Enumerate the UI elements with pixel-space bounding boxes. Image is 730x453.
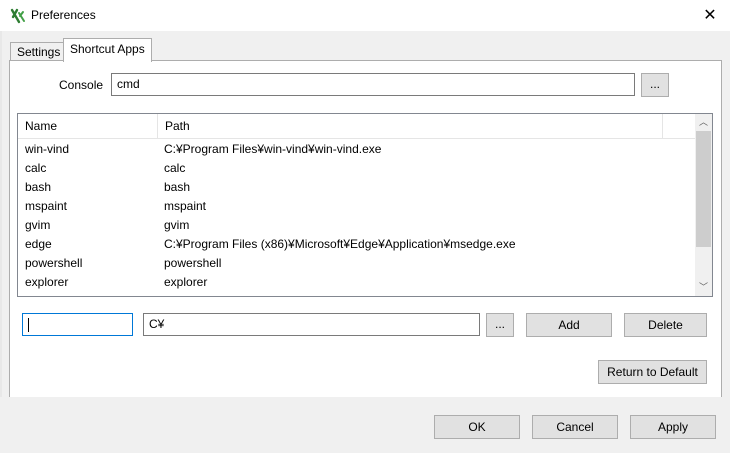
return-to-default-button[interactable]: Return to Default [598, 360, 707, 384]
app-path-browse-button[interactable]: ... [486, 313, 514, 337]
app-name: calc [25, 161, 47, 175]
tab-settings[interactable]: Settings [10, 42, 68, 61]
list-row[interactable]: edge C:¥Program Files (x86)¥Microsoft¥Edg… [18, 236, 695, 255]
list-row[interactable]: win-vind C:¥Program Files¥win-vind¥win-vi… [18, 141, 695, 160]
app-name: edge [25, 237, 52, 251]
app-path-input[interactable]: C¥ [143, 313, 480, 336]
apply-button[interactable]: Apply [630, 415, 716, 439]
window-title: Preferences [31, 8, 96, 22]
app-path: gvim [164, 218, 190, 232]
column-header-path[interactable]: Path [158, 114, 663, 138]
close-icon[interactable]: ✕ [698, 6, 722, 26]
ok-button[interactable]: OK [434, 415, 520, 439]
app-name: explorer [25, 275, 69, 289]
list-row[interactable]: gvim gvim [18, 217, 695, 236]
list-row[interactable]: powershell powershell [18, 255, 695, 274]
window-edge [0, 31, 2, 453]
shortcut-apps-list[interactable]: Name Path win-vind C:¥Program Files¥win-v… [17, 113, 713, 297]
add-button[interactable]: Add [526, 313, 612, 337]
scroll-up-icon[interactable]: ︿ [695, 114, 712, 131]
list-row[interactable]: mspaint mspaint [18, 198, 695, 217]
cancel-button[interactable]: Cancel [532, 415, 618, 439]
app-path: powershell [164, 256, 222, 270]
list-rows: win-vind C:¥Program Files¥win-vind¥win-vi… [18, 141, 695, 293]
app-name: bash [25, 180, 52, 194]
text-cursor [28, 317, 29, 332]
app-path: explorer [164, 275, 208, 289]
console-input[interactable]: cmd [111, 73, 635, 96]
app-name-input[interactable] [22, 313, 133, 336]
app-path: mspaint [164, 199, 207, 213]
scroll-thumb[interactable] [696, 131, 711, 247]
app-path: calc [164, 161, 186, 175]
title-bar: Preferences ✕ [0, 0, 730, 31]
list-header: Name Path [18, 114, 695, 139]
app-name: mspaint [25, 199, 68, 213]
tab-shortcut-apps[interactable]: Shortcut Apps [63, 38, 152, 62]
list-row[interactable]: calc calc [18, 160, 695, 179]
scroll-down-icon[interactable]: ﹀ [695, 279, 712, 296]
app-name: gvim [25, 218, 51, 232]
console-label: Console [59, 78, 104, 92]
app-path: bash [164, 180, 191, 194]
app-icon [10, 8, 25, 24]
app-name: powershell [25, 256, 83, 270]
console-browse-button[interactable]: ... [641, 73, 669, 97]
app-path: C:¥Program Files (x86)¥Microsoft¥Edge¥Ap… [164, 237, 516, 251]
list-row[interactable]: bash bash [18, 179, 695, 198]
list-scrollbar[interactable]: ︿ ﹀ [695, 114, 712, 296]
delete-button[interactable]: Delete [624, 313, 707, 337]
column-header-name[interactable]: Name [18, 114, 158, 138]
dialog-footer: OK Cancel Apply [0, 397, 730, 453]
list-row[interactable]: explorer explorer [18, 274, 695, 293]
app-name: win-vind [25, 142, 70, 156]
app-path: C:¥Program Files¥win-vind¥win-vind.exe [164, 142, 382, 156]
